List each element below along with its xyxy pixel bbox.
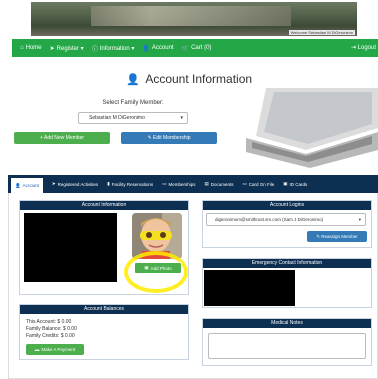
tab-facility-reservations[interactable]: ▮ Facility Reservations [107, 181, 153, 187]
account-tabs: 👤 Account ➤ Registered Activities ▮ Faci… [8, 175, 378, 193]
add-new-member-label: + Add New Member [39, 135, 85, 141]
tab-card-on-file[interactable]: ▭ Card On File [243, 181, 275, 187]
laptop-image [246, 88, 378, 168]
send-icon: ➤ [49, 45, 55, 52]
tab-label: Documents [210, 181, 234, 187]
logout-link[interactable]: ⇥ Logout [351, 44, 376, 51]
page-title-text: Account Information [145, 72, 253, 86]
user-icon: 👤 [142, 45, 150, 52]
logout-label: Logout [357, 45, 376, 51]
header-banner: Welcome Sebastian M DiGeronimo [31, 2, 357, 36]
panel-heading: Medical Notes [203, 319, 371, 328]
nav-item-cart[interactable]: 🛒 Cart (0) [182, 45, 212, 52]
tab-label: ID Cards [289, 181, 308, 187]
family-credits: Family Credits: $ 0.00 [26, 333, 75, 339]
make-payment-label: Make A Payment [41, 347, 76, 352]
this-account-balance: This Account: $ 0.00 [26, 319, 72, 325]
send-icon: ➤ [51, 181, 56, 186]
document-icon: ▤ [204, 181, 209, 186]
chevron-down-icon: ▾ [358, 217, 361, 222]
panel-heading: Account Logins [203, 201, 371, 210]
redacted-account-details [24, 213, 117, 282]
tab-documents[interactable]: ▤ Documents [204, 181, 233, 187]
logout-icon: ⇥ [350, 45, 356, 51]
nav-item-label: Register ▾ [56, 45, 84, 52]
info-icon: ⓘ [91, 46, 98, 53]
tab-label: Facility Reservations [111, 181, 154, 187]
tab-label: Card On File [248, 181, 275, 187]
panel-heading: Account Balances [20, 305, 188, 314]
edit-membership-button[interactable]: ✎ Edit Membership [121, 132, 217, 144]
chevron-down-icon: ▾ [180, 115, 183, 121]
family-member-value: Sebastian M DiGeronimo [89, 115, 145, 121]
reassign-member-button[interactable]: ✎ Reassign Member [307, 231, 367, 242]
nav-item-register[interactable]: ➤ Register ▾ [50, 45, 84, 52]
tab-id-cards[interactable]: ▣ ID Cards [283, 181, 307, 187]
user-icon: 👤 [15, 182, 21, 188]
home-icon: ⌂ [20, 45, 24, 51]
nav-item-label: Home [25, 45, 42, 51]
banner-photo [91, 6, 291, 26]
bookmark-icon: ▮ [107, 181, 110, 186]
reassign-member-label: ✎ Reassign Member [316, 233, 358, 239]
welcome-text: Welcome Sebastian M DiGeronimo [288, 30, 355, 35]
add-photo-button[interactable]: ▣ Add Photo [134, 262, 182, 274]
money-icon: ▬ [34, 347, 40, 352]
panel-heading: Account Information [20, 201, 188, 210]
nav-item-home[interactable]: ⌂ Home [20, 45, 42, 51]
add-photo-label: Add Photo [150, 265, 172, 271]
tab-label: Registered Activities [57, 181, 99, 187]
card-icon: ▭ [162, 181, 167, 186]
tab-label: Account [22, 183, 39, 188]
family-member-select[interactable]: Sebastian M DiGeronimo ▾ [78, 112, 188, 124]
nav-item-label: Cart (0) [191, 45, 212, 51]
id-card-icon: ▣ [283, 181, 288, 186]
account-login-select[interactable]: digeronimom@smithrust.sm.com (Sam J DiGe… [206, 213, 366, 226]
family-select-label: Select Family Member: [102, 100, 164, 106]
page-title: 👤 Account Information [0, 72, 378, 86]
balance-summary: This Account: $ 0.00 Family Balance: $ 0… [26, 319, 77, 340]
make-payment-button[interactable]: ▬ Make A Payment [26, 344, 84, 355]
panel-heading: Emergency Contact Information [203, 259, 371, 268]
nav-item-label: Account [151, 45, 174, 51]
card-icon: ▭ [242, 181, 247, 186]
medical-notes-textarea[interactable] [208, 333, 366, 359]
user-icon: 👤 [125, 74, 140, 86]
family-balance: Family Balance: $ 0.00 [26, 326, 77, 332]
nav-item-account[interactable]: 👤 Account [142, 45, 173, 52]
tab-registered-activities[interactable]: ➤ Registered Activities [52, 181, 98, 187]
camera-icon: ▣ [144, 265, 149, 270]
tab-account[interactable]: 👤 Account [11, 178, 43, 193]
nav-item-information[interactable]: ⓘ Information ▾ [92, 44, 135, 53]
redacted-emergency-contact [204, 270, 295, 306]
tab-label: Memberships [168, 181, 196, 187]
add-new-member-button[interactable]: + Add New Member [14, 132, 110, 144]
top-nav: ⌂ Home ➤ Register ▾ ⓘ Information ▾ 👤 Ac… [12, 39, 378, 57]
tab-memberships[interactable]: ▭ Memberships [162, 181, 195, 187]
account-login-value: digeronimom@smithrust.sm.com (Sam J DiGe… [215, 217, 324, 222]
edit-membership-label: ✎ Edit Membership [147, 135, 191, 141]
cart-icon: 🛒 [181, 45, 190, 52]
nav-item-label: Information ▾ [99, 45, 135, 52]
